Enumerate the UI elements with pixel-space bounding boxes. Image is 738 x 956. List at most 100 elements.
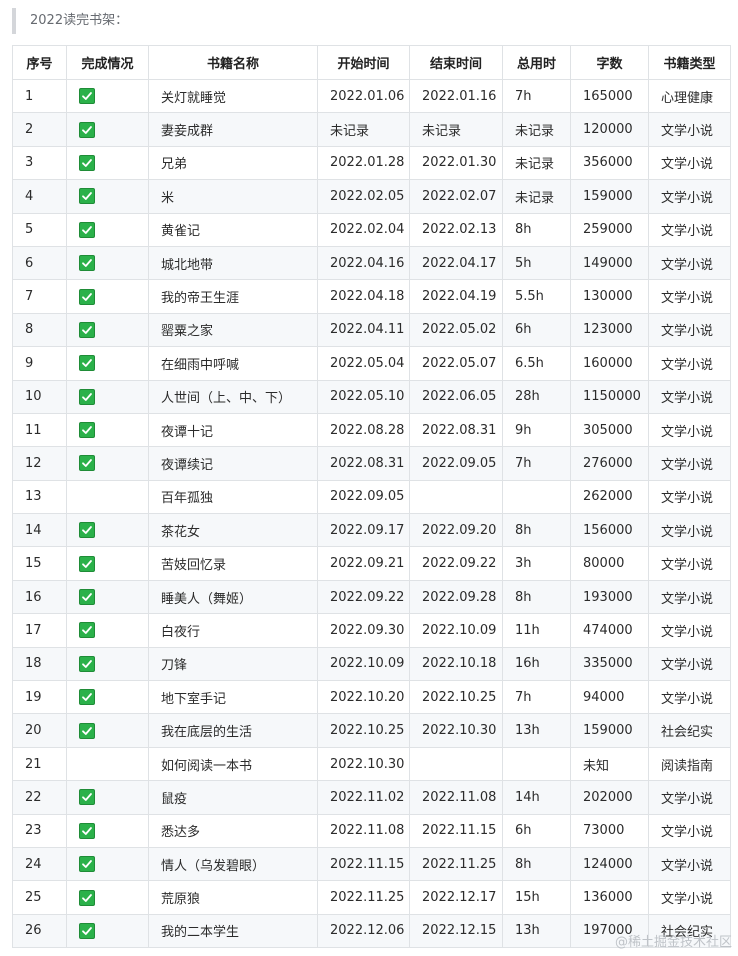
cell-time: 11h: [502, 613, 571, 648]
cell-time: 14h: [502, 780, 571, 815]
cell-title: 米: [148, 179, 318, 214]
cell-done: [66, 145, 149, 181]
cell-type: 阅读指南: [648, 746, 731, 782]
cell-start: 2022.04.18: [317, 279, 410, 314]
check-box-icon: [79, 255, 95, 272]
table-row: 22 鼠疫 2022.11.02 2022.11.08 14h 202000 文学小说: [12, 780, 731, 815]
cell-time: 5.5h: [502, 279, 571, 314]
cell-end: 2022.12.15: [409, 913, 503, 949]
cell-start: 2022.09.30: [317, 613, 410, 648]
col-header-time: 总用时: [502, 45, 571, 80]
cell-time: 8h: [502, 846, 571, 882]
cell-title: 人世间（上、中、下）: [148, 379, 318, 414]
check-box-icon: [79, 856, 95, 873]
cell-time: 28h: [502, 379, 571, 414]
cell-start: 2022.11.02: [317, 780, 410, 815]
cell-done: [66, 813, 149, 848]
table-row: 21 如何阅读一本书 2022.10.30 未知 阅读指南: [12, 746, 731, 782]
cell-words: 136000: [570, 880, 649, 915]
check-box-icon: [79, 154, 95, 171]
cell-type: 文学小说: [648, 780, 731, 815]
cell-words: 80000: [570, 546, 649, 581]
cell-time: 16h: [502, 646, 571, 682]
cell-type: 文学小说: [648, 446, 731, 481]
cell-no: 20: [12, 713, 67, 748]
cell-end: 2022.09.20: [409, 513, 503, 548]
cell-no: 5: [12, 212, 67, 247]
cell-start: 2022.10.09: [317, 646, 410, 682]
cell-words: 94000: [570, 680, 649, 715]
cell-end: 2022.09.05: [409, 446, 503, 481]
cell-no: 10: [12, 379, 67, 414]
cell-title: 我在底层的生活: [148, 713, 318, 748]
cell-time: 15h: [502, 880, 571, 915]
check-box-icon: [79, 922, 95, 939]
cell-end: 2022.04.17: [409, 245, 503, 281]
table-row: 25 荒原狼 2022.11.25 2022.12.17 15h 136000 文学小说: [12, 880, 731, 915]
cell-no: 4: [12, 179, 67, 214]
check-box-icon: [79, 789, 95, 806]
cell-type: 文学小说: [648, 412, 731, 448]
table-row: 24 情人（乌发碧眼） 2022.11.15 2022.11.25 8h 124000 文学…: [12, 846, 731, 882]
cell-type: 文学小说: [648, 579, 731, 615]
cell-start: 2022.10.30: [317, 746, 410, 782]
cell-end: [409, 746, 503, 782]
cell-end: 2022.06.05: [409, 379, 503, 414]
cell-done: [66, 78, 149, 114]
cell-time: 未记录: [502, 145, 571, 181]
col-header-done: 完成情况: [66, 45, 149, 80]
cell-words: 未知: [570, 746, 649, 782]
cell-done: [66, 446, 149, 481]
table-header: 序号 完成情况 书籍名称 开始时间 结束时间 总用时 字数 书籍类型: [12, 45, 731, 80]
cell-time: 未记录: [502, 179, 571, 214]
cell-end: 2022.10.30: [409, 713, 503, 748]
cell-start: 2022.01.28: [317, 145, 410, 181]
cell-words: 262000: [570, 479, 649, 515]
check-box-icon: [79, 689, 95, 706]
cell-time: 6h: [502, 312, 571, 348]
cell-title: 茶花女: [148, 513, 318, 548]
cell-done: [66, 846, 149, 882]
table-row: 18 刀锋 2022.10.09 2022.10.18 16h 335000 文学小说: [12, 646, 731, 682]
table-row: 13 百年孤独 2022.09.05 262000 文学小说: [12, 479, 731, 515]
cell-title: 悉达多: [148, 813, 318, 848]
check-box-icon: [79, 188, 95, 205]
check-box-icon: [79, 422, 95, 439]
cell-done: [66, 913, 149, 949]
cell-time: 6h: [502, 813, 571, 848]
cell-done: [66, 112, 149, 147]
cell-words: 160000: [570, 346, 649, 381]
check-box-icon: [79, 121, 95, 138]
cell-start: 2022.02.04: [317, 212, 410, 247]
cell-start: 2022.05.04: [317, 346, 410, 381]
cell-start: 2022.04.16: [317, 245, 410, 281]
cell-start: 2022.08.31: [317, 446, 410, 481]
cell-words: 156000: [570, 513, 649, 548]
cell-end: 2022.12.17: [409, 880, 503, 915]
cell-done: [66, 245, 149, 281]
cell-type: 文学小说: [648, 813, 731, 848]
cell-no: 21: [12, 746, 67, 782]
cell-end: 2022.04.19: [409, 279, 503, 314]
col-header-title: 书籍名称: [148, 45, 318, 80]
cell-start: 2022.09.17: [317, 513, 410, 548]
cell-time: 13h: [502, 713, 571, 748]
cell-end: 2022.05.07: [409, 346, 503, 381]
cell-start: 未记录: [317, 112, 410, 147]
cell-title: 黄雀记: [148, 212, 318, 247]
cell-title: 夜谭十记: [148, 412, 318, 448]
cell-start: 2022.09.21: [317, 546, 410, 581]
cell-title: 地下室手记: [148, 680, 318, 715]
table-row: 11 夜谭十记 2022.08.28 2022.08.31 9h 305000 文学小说: [12, 412, 731, 448]
cell-time: 8h: [502, 579, 571, 615]
section-heading: 2022读完书架：: [12, 8, 728, 34]
cell-type: 心理健康: [648, 78, 731, 114]
cell-words: 159000: [570, 713, 649, 748]
cell-no: 11: [12, 412, 67, 448]
cell-type: 文学小说: [648, 379, 731, 414]
check-box-icon: [79, 88, 95, 105]
cell-title: 情人（乌发碧眼）: [148, 846, 318, 882]
cell-title: 睡美人（舞姬）: [148, 579, 318, 615]
header-row: 序号 完成情况 书籍名称 开始时间 结束时间 总用时 字数 书籍类型: [12, 45, 731, 80]
table-row: 17 白夜行 2022.09.30 2022.10.09 11h 474000 文学小说: [12, 613, 731, 648]
